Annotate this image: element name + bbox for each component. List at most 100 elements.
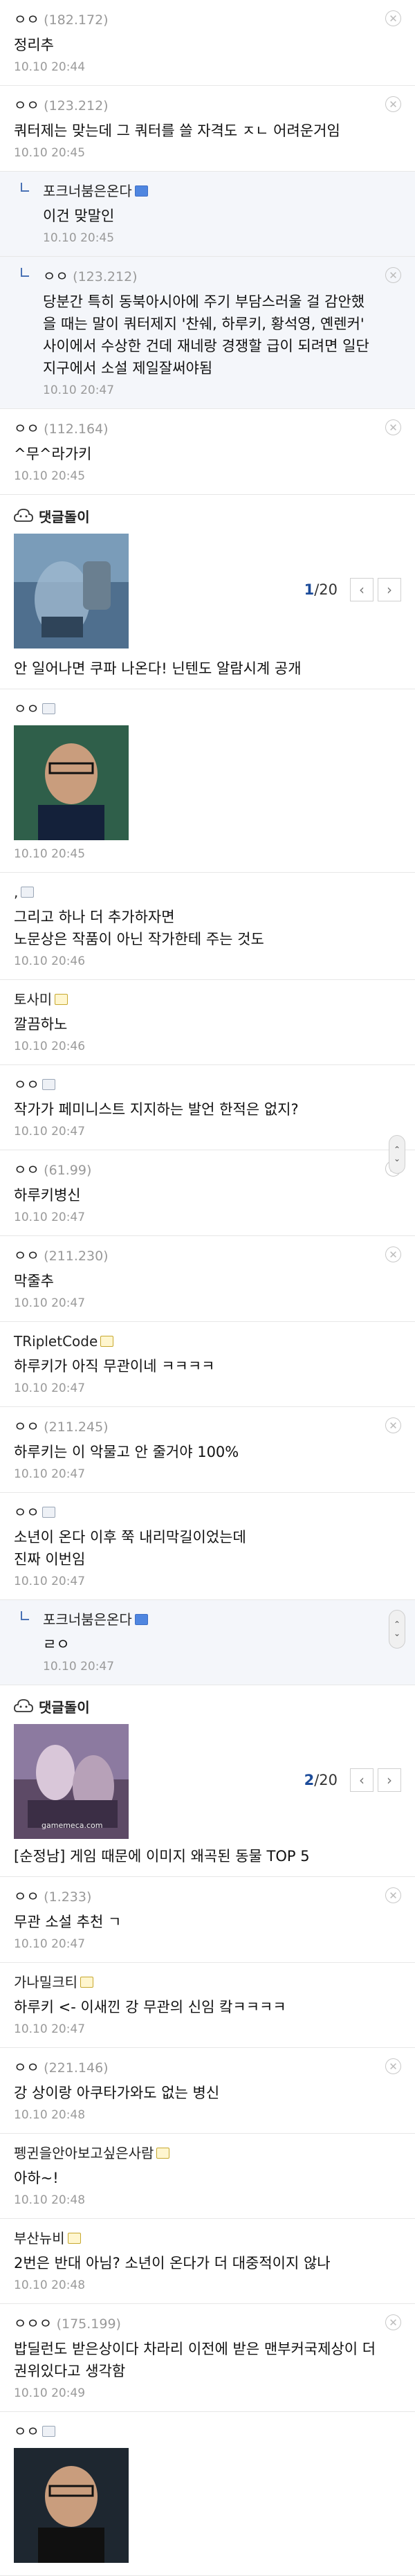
- comment-line: 쿼터제는 맞는데 그 쿼터를 쓸 자격도 ㅈㄴ 어려운거임: [14, 123, 340, 139]
- comment-section-a: ㅇㅇ (182.172) 정리추 10.10 20:44 ✕ ㅇㅇ (123.212) 쿼…: [0, 0, 415, 495]
- ad-thumbnail[interactable]: gamemeca.com: [14, 1724, 129, 1839]
- ad-next-button[interactable]: ›: [378, 1768, 401, 1792]
- comment-line: 하루키병신: [14, 1187, 81, 1204]
- comment-item: ㅇㅇ 10.10 20:45: [0, 689, 415, 873]
- comment-item: ㅇㅇ 작가가 페미니스트 지지하는 발언 한적은 없지? 10.10 20:47: [0, 1065, 415, 1150]
- comment-item: ㅇㅇㅇ (175.199) 밥딜런도 받은상이다 차라리 이전에 받은 맨부커국제…: [0, 2304, 415, 2412]
- comment-image[interactable]: [14, 725, 129, 840]
- comment-image[interactable]: [14, 2448, 129, 2563]
- comment-author[interactable]: ㅇㅇ: [14, 1888, 39, 1905]
- comment-feed: ㅇㅇ (182.172) 정리추 10.10 20:44 ✕ ㅇㅇ (123.212) 쿼…: [0, 0, 415, 2576]
- scroll-handle-icon[interactable]: ⌃ ⌄: [389, 1135, 405, 1174]
- ad-header: 댓글돌이: [14, 505, 401, 527]
- comment-author[interactable]: ㅇㅇ: [14, 97, 39, 114]
- comment-timestamp: 10.10 20:47: [14, 1125, 86, 1139]
- comment-timestamp: 10.10 20:48: [14, 2193, 86, 2207]
- comment-body: 이건 맞말인: [43, 205, 376, 227]
- comment-body: ^무^라가키: [14, 443, 376, 465]
- comment-ip: (221.146): [44, 2060, 109, 2076]
- comment-header: TRipletCode: [14, 1332, 376, 1351]
- comment-line: 하루키는 이 악물고 안 줄거야 100%: [14, 1444, 239, 1460]
- ad-pager: 1/20 ‹ ›: [304, 578, 401, 601]
- comment-author[interactable]: 토사미: [14, 991, 52, 1008]
- comment-author[interactable]: 포크너붐은온다: [43, 183, 132, 199]
- ad-next-button[interactable]: ›: [378, 578, 401, 601]
- comment-author[interactable]: ㅇㅇ: [14, 1504, 39, 1521]
- comment-author[interactable]: ㅇㅇ: [14, 2059, 39, 2076]
- close-circle-icon[interactable]: ✕: [385, 1417, 401, 1433]
- comment-line: 무관 소설 추천 ㄱ: [14, 1914, 122, 1930]
- comment-timestamp: 10.10 20:47: [43, 383, 115, 397]
- comment-line: 깔끔하노: [14, 1016, 68, 1033]
- comment-line: 이건 맞말인: [43, 208, 115, 224]
- comment-line: 노문상은 작품이 아닌 작가한테 주는 것도: [14, 931, 264, 947]
- comment-header: ㅇㅇ (123.212): [14, 96, 376, 116]
- comment-author[interactable]: ㅇㅇ: [14, 420, 39, 437]
- comment-author[interactable]: ㅇㅇ: [14, 1161, 39, 1178]
- comment-line: 정리추: [14, 37, 54, 53]
- comment-body: 쿼터제는 맞는데 그 쿼터를 쓸 자격도 ㅈㄴ 어려운거임: [14, 120, 376, 142]
- comment-author[interactable]: 가나밀크티: [14, 1974, 77, 1990]
- ad-prev-button[interactable]: ‹: [350, 1768, 374, 1792]
- comment-header: ㅇㅇ (221.146): [14, 2058, 376, 2078]
- comment-author[interactable]: ㅇㅇㅇ: [14, 2315, 52, 2332]
- user-badge-icon: [100, 1335, 114, 1347]
- comment-line: 작가가 페미니스트 지지하는 발언 한적은 없지?: [14, 1101, 299, 1118]
- comment-body: 작가가 페미니스트 지지하는 발언 한적은 없지?: [14, 1098, 376, 1121]
- comment-timestamp: 10.10 20:46: [14, 954, 86, 968]
- comment-item: ㅇㅇ (61.99)하루키병신10.10 20:47✕: [0, 1150, 415, 1236]
- comment-author[interactable]: ㅇㅇ: [14, 700, 39, 717]
- comment-header: ㅇㅇ (211.230): [14, 1246, 376, 1266]
- comment-item: 가나밀크티 하루키 <- 이새낀 강 무관의 신임 캌ㅋㅋㅋㅋ 10.10 20:4…: [0, 1963, 415, 2048]
- comment-author[interactable]: ,: [14, 884, 18, 900]
- ad-pager: 2/20 ‹ ›: [304, 1768, 401, 1792]
- close-circle-icon[interactable]: ✕: [385, 96, 401, 112]
- comment-body: 당분간 특히 동북아시아에 주기 부담스러울 걸 감안했을 때는 말이 쿼터제지…: [43, 291, 376, 379]
- comment-timestamp: 10.10 20:47: [14, 1937, 86, 1951]
- reply-item: 포크너붐은온다 이건 맞말인 10.10 20:45: [0, 172, 415, 257]
- comment-author[interactable]: 펭귄을안아보고싶은사람: [14, 2145, 154, 2161]
- reply-item: 포크너붐은온다 ㄹㅇ 10.10 20:47: [0, 1600, 415, 1685]
- chevron-left-icon: ‹: [359, 1772, 365, 1788]
- comment-header: ㅇㅇ (1.233): [14, 1887, 376, 1907]
- comment-timestamp: 10.10 20:47: [14, 1381, 86, 1395]
- ad-caption[interactable]: [순정남] 게임 때문에 이미지 왜곡된 동물 TOP 5: [14, 1846, 401, 1867]
- ad-thumbnail[interactable]: [14, 534, 129, 648]
- comment-author[interactable]: ㅇㅇ: [14, 1418, 39, 1435]
- comment-author[interactable]: 포크너붐은온다: [43, 1611, 132, 1628]
- close-circle-icon[interactable]: ✕: [385, 1246, 401, 1262]
- comment-line: 진짜 이번임: [14, 1551, 86, 1568]
- close-circle-icon[interactable]: ✕: [385, 267, 401, 283]
- close-circle-icon[interactable]: ✕: [385, 10, 401, 26]
- comment-line: 그리고 하나 더 추가하자면: [14, 909, 175, 925]
- comment-line: 강 상이랑 아쿠타가와도 없는 병신: [14, 2085, 220, 2101]
- comment-author[interactable]: ㅇㅇ: [43, 268, 68, 284]
- comment-line: 하루키가 아직 무관이네 ㅋㅋㅋㅋ: [14, 1358, 215, 1375]
- user-badge-icon: [21, 886, 35, 898]
- close-circle-icon[interactable]: ✕: [385, 419, 401, 435]
- comment-author[interactable]: ㅇㅇ: [14, 2423, 39, 2440]
- comment-item: TRipletCode 하루키가 아직 무관이네 ㅋㅋㅋㅋ 10.10 20:47: [0, 1322, 415, 1407]
- scroll-handle-icon[interactable]: ⌃ ⌄: [389, 1610, 405, 1649]
- comment-line: 밥딜런도 받은상이다 차라리 이전에 받은 맨부커국제상이 더 권위있다고 생각…: [14, 2341, 376, 2379]
- user-badge-icon: [156, 2147, 170, 2159]
- close-circle-icon[interactable]: ✕: [385, 1887, 401, 1903]
- comment-section-b: ㅇㅇ 10.10 20:45, 그리고 하나 더 추가하자면노문상은 작품이 아닌 …: [0, 689, 415, 1685]
- comment-author[interactable]: 부산뉴비: [14, 2230, 65, 2247]
- comment-author[interactable]: ㅇㅇ: [14, 1247, 39, 1264]
- comment-author[interactable]: ㅇㅇ: [14, 11, 39, 28]
- close-circle-icon[interactable]: ✕: [385, 2058, 401, 2074]
- comment-timestamp: 10.10 20:48: [14, 2278, 86, 2292]
- comment-ip: (1.233): [44, 1889, 92, 1905]
- user-badge-icon: [80, 1976, 93, 1988]
- close-circle-icon[interactable]: ✕: [385, 2314, 401, 2330]
- comment-timestamp: 10.10 20:45: [14, 469, 86, 483]
- ad-page-count: 2/20: [304, 1772, 338, 1788]
- cloud-face-icon: [14, 1699, 33, 1712]
- comment-author[interactable]: ㅇㅇ: [14, 1076, 39, 1093]
- comment-author[interactable]: TRipletCode: [14, 1333, 98, 1350]
- ad-caption[interactable]: 안 일어나면 쿠파 나온다! 닌텐도 알람시계 공개: [14, 658, 401, 679]
- comment-header: 토사미: [14, 990, 376, 1009]
- chevron-right-icon: ›: [387, 1772, 392, 1788]
- ad-prev-button[interactable]: ‹: [350, 578, 374, 601]
